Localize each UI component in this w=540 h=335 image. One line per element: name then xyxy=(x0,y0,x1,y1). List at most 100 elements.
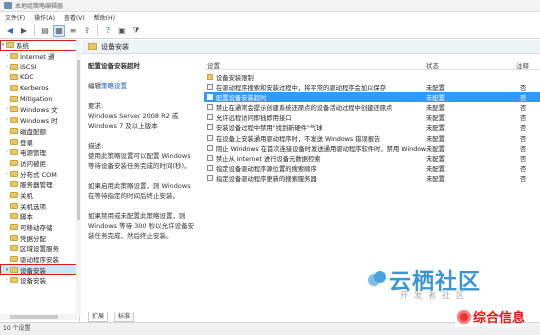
list-item[interactable]: 允许远程访问即插即用接口 未配置 否 xyxy=(204,112,540,122)
setting-state: 未配置 xyxy=(426,95,445,103)
scroll-thumb[interactable] xyxy=(10,315,58,319)
tree-item[interactable]: › 分布式 COM xyxy=(0,168,79,179)
forward-icon[interactable]: ▶ xyxy=(18,25,30,37)
filter-icon[interactable]: ⧩ xyxy=(130,25,142,37)
description-text: 如果禁用或未配置此策略设置，则 Windows 等待 300 秒以允许设备安装任… xyxy=(88,212,195,240)
tree-item[interactable]: 关机选项 xyxy=(0,200,79,211)
list-item[interactable]: 指定设备驱动程序源位置的搜索顺序 未配置 否 xyxy=(204,163,540,173)
list-item-selected[interactable]: 配置设备安装超时 未配置 否 xyxy=(204,92,540,103)
setting-comment: 否 xyxy=(520,105,527,113)
export-icon[interactable]: ⇪ xyxy=(81,25,93,37)
setting-state: 未配置 xyxy=(426,165,445,173)
edit-policy-line: 编辑策略设置 xyxy=(88,81,196,91)
setting-comment: 否 xyxy=(520,165,527,173)
setting-name: 安装设备过程中禁用"找到新硬件"气球 xyxy=(216,125,323,133)
policy-editor-icon xyxy=(4,2,12,9)
tree-item[interactable]: › Windows 时 xyxy=(0,115,79,126)
up-folder-icon[interactable]: ▤ xyxy=(39,25,51,37)
show-hide-tree-icon[interactable]: ▦ xyxy=(53,24,65,37)
view-tabs: 扩展 标准 xyxy=(82,312,135,322)
tree-item[interactable]: 凭据分配 xyxy=(0,232,79,243)
tree-item[interactable]: 关机 xyxy=(0,190,79,201)
back-icon[interactable]: ◀ xyxy=(4,25,16,37)
tab-standard[interactable]: 标准 xyxy=(114,312,135,322)
menu-file[interactable]: 文件(F) xyxy=(5,13,25,22)
tree-item[interactable]: 服务器管理 xyxy=(0,179,79,190)
tree-item[interactable]: KDC xyxy=(0,72,79,83)
folder-icon xyxy=(10,106,18,113)
list-item[interactable]: 安装设备过程中禁用"找到新硬件"气球 未配置 否 xyxy=(204,122,540,132)
menu-help[interactable]: 帮助(H) xyxy=(94,13,115,22)
column-header-state[interactable]: 状态 xyxy=(426,60,439,70)
tree-item-label: iSCSI xyxy=(20,62,37,71)
tree-item-system[interactable]: ▾ 系统 xyxy=(0,40,79,51)
menu-view[interactable]: 查看(V) xyxy=(64,13,85,22)
scroll-thumb[interactable] xyxy=(77,60,80,220)
policy-settings-link[interactable]: 策略设置 xyxy=(101,82,127,90)
list-item[interactable]: 指定设备驱动程序更新的搜索服务器 未配置 否 xyxy=(204,173,540,183)
tree-item[interactable]: 访问被拒 xyxy=(0,158,79,169)
tree-item[interactable]: 登录 xyxy=(0,136,79,147)
tree-item[interactable]: › iSCSI xyxy=(0,61,79,72)
watermark-brand-text: 综合信息 xyxy=(473,311,526,326)
properties-icon[interactable]: ▣ xyxy=(116,25,128,37)
status-text: 10 个设置 xyxy=(3,325,31,332)
menu-action[interactable]: 操作(A) xyxy=(34,13,55,22)
tree-item-label: 登录 xyxy=(20,138,33,147)
tree-item[interactable]: › Windows 文 xyxy=(0,104,79,115)
column-header-setting[interactable]: 设置 xyxy=(207,60,220,70)
list-icon[interactable]: ≡ xyxy=(67,25,79,37)
tree-item-label: 凭据分配 xyxy=(20,234,46,243)
tree-item[interactable]: 磁盘配额 xyxy=(0,126,79,137)
setting-state: 未配置 xyxy=(426,115,445,123)
tree-item-label: Windows 时 xyxy=(20,117,58,126)
tree-item[interactable]: › 电源管理 xyxy=(0,147,79,158)
setting-comment: 否 xyxy=(520,95,527,103)
folder-icon xyxy=(207,74,213,80)
tree-item[interactable]: 可移动存储 xyxy=(0,222,79,233)
folder-icon xyxy=(10,202,18,209)
tab-extended[interactable]: 扩展 xyxy=(88,312,109,322)
toolbar: ◀ ▶ ▤ ▦ ≡ ⇪ ? ▣ ⧩ xyxy=(0,23,540,39)
setting-state: 未配置 xyxy=(426,125,445,133)
list-item[interactable]: 在驱动程序搜索和安装过程中，将平常的驱动程序会加以保存 未配置 否 xyxy=(204,82,540,92)
folder-icon xyxy=(10,277,18,284)
list-item[interactable]: 禁止在通常会提示创建系统还原点的设备活动过程中创建还原点 未配置 否 xyxy=(204,102,540,112)
tree-item[interactable]: 驱动程序安装 xyxy=(0,254,79,265)
tree-item[interactable]: › 设备安装 xyxy=(0,275,79,286)
tree-item-label: Mitigation xyxy=(20,94,53,103)
policy-setting-icon xyxy=(207,154,213,161)
tree-item-label: 设备安装 xyxy=(20,266,46,275)
menu-bar: 文件(F) 操作(A) 查看(V) 帮助(H) xyxy=(0,12,540,23)
folder-icon xyxy=(10,117,18,124)
cloud-logo-icon xyxy=(368,271,386,289)
setting-name: 阻止 Windows 在首次连接设备时发送通用驱动程序软件时，禁用 Window… xyxy=(216,145,426,153)
tree-item-label: Internet 通 xyxy=(20,53,55,62)
folder-icon xyxy=(10,224,18,231)
column-header-comment[interactable]: 注释 xyxy=(516,60,529,70)
folder-icon xyxy=(10,159,18,166)
folder-icon xyxy=(10,63,18,70)
tree-item-label: 电源管理 xyxy=(20,149,46,158)
tree-item[interactable]: › Internet 通 xyxy=(0,51,79,62)
tree-item[interactable]: 区域设置服务 xyxy=(0,243,79,254)
tree-item-device-installation[interactable]: ▾ 设备安装 xyxy=(0,264,79,276)
tree-item-label: KDC xyxy=(20,73,34,82)
policy-setting-icon xyxy=(207,104,213,111)
tree-horizontal-scrollbar[interactable] xyxy=(0,314,78,320)
tree-item[interactable]: 脚本 xyxy=(0,211,79,222)
setting-state: 未配置 xyxy=(426,135,445,143)
policy-setting-icon xyxy=(207,134,213,141)
list-item[interactable]: 阻止 Windows 在首次连接设备时发送通用驱动程序软件时，禁用 Window… xyxy=(204,143,540,153)
tree-vertical-scrollbar[interactable] xyxy=(76,40,81,316)
help-icon[interactable]: ? xyxy=(102,25,114,37)
list-item[interactable]: 禁止从 Internet 进行设备元数据检索 未配置 否 xyxy=(204,153,540,163)
tree-item[interactable]: Kerberos xyxy=(0,83,79,94)
watermark-zonghe: 综合信息 xyxy=(455,306,528,327)
setting-state: 未配置 xyxy=(426,85,445,93)
content-header-title: 设备安装 xyxy=(101,42,129,51)
list-item[interactable]: 在设备上安装通用驱动程序时，不发送 Windows 错误报告 未配置 否 xyxy=(204,133,540,143)
tree-item[interactable]: Mitigation xyxy=(0,93,79,104)
edit-prefix: 编辑 xyxy=(88,82,101,90)
list-item[interactable]: 设备安装限制 xyxy=(204,72,540,82)
